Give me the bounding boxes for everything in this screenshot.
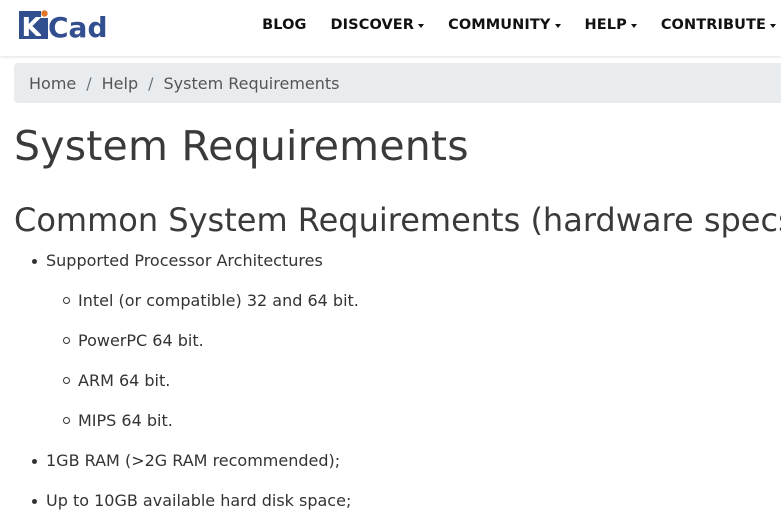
nav-discover-label: DISCOVER [330, 17, 415, 33]
list-item-text: ARM 64 bit. [78, 371, 171, 390]
kicad-logo[interactable]: K Cad [18, 7, 108, 43]
nav-blog[interactable]: BLOG [262, 17, 306, 33]
breadcrumb-home[interactable]: Home [29, 74, 76, 93]
requirements-list: Supported Processor Architectures Intel … [0, 247, 781, 515]
list-item: MIPS 64 bit. [46, 407, 781, 435]
list-item-text: PowerPC 64 bit. [78, 331, 204, 350]
list-item: 1GB RAM (>2G RAM recommended); [0, 447, 781, 475]
breadcrumb-separator: / [148, 73, 154, 93]
caret-down-icon [554, 23, 561, 28]
caret-down-icon [630, 23, 637, 28]
breadcrumb-separator: / [86, 73, 92, 93]
nav-contribute-label: CONTRIBUTE [660, 17, 766, 33]
logo-dot-icon [41, 10, 48, 17]
list-item: ARM 64 bit. [46, 367, 781, 395]
nav-community-label: COMMUNITY [448, 17, 551, 33]
list-item: Supported Processor Architectures Intel … [0, 247, 781, 435]
main-nav: BLOG DISCOVER COMMUNITY HELP CONTRIBUTE [262, 0, 781, 50]
caret-down-icon [770, 23, 776, 28]
list-item-text: Supported Processor Architectures [46, 251, 323, 270]
list-item: Up to 10GB available hard disk space; [0, 487, 781, 515]
list-item-text: Intel (or compatible) 32 and 64 bit. [78, 291, 359, 310]
breadcrumb: Home / Help / System Requirements [14, 63, 781, 103]
nav-discover[interactable]: DISCOVER [331, 17, 425, 33]
nav-help[interactable]: HELP [585, 17, 637, 33]
top-navbar: K Cad BLOG DISCOVER COMMUNITY HELP CONTR… [0, 0, 781, 56]
list-item-text: 1GB RAM (>2G RAM recommended); [46, 451, 341, 470]
architectures-list: Intel (or compatible) 32 and 64 bit. Pow… [46, 287, 781, 435]
section-title: Common System Requirements (hardware spe… [14, 201, 781, 239]
page-title: System Requirements [14, 122, 469, 170]
list-item: PowerPC 64 bit. [46, 327, 781, 355]
nav-blog-label: BLOG [262, 17, 307, 33]
list-item-text: Up to 10GB available hard disk space; [46, 491, 352, 510]
caret-down-icon [418, 23, 425, 28]
svg-text:Cad: Cad [48, 11, 108, 43]
nav-contribute[interactable]: CONTRIBUTE [661, 17, 776, 33]
nav-community[interactable]: COMMUNITY [448, 17, 561, 33]
list-item-text: MIPS 64 bit. [78, 411, 173, 430]
list-item: Intel (or compatible) 32 and 64 bit. [46, 287, 781, 315]
svg-text:K: K [22, 13, 43, 43]
breadcrumb-help[interactable]: Help [102, 74, 138, 93]
nav-help-label: HELP [584, 17, 627, 33]
breadcrumb-current: System Requirements [163, 73, 340, 93]
